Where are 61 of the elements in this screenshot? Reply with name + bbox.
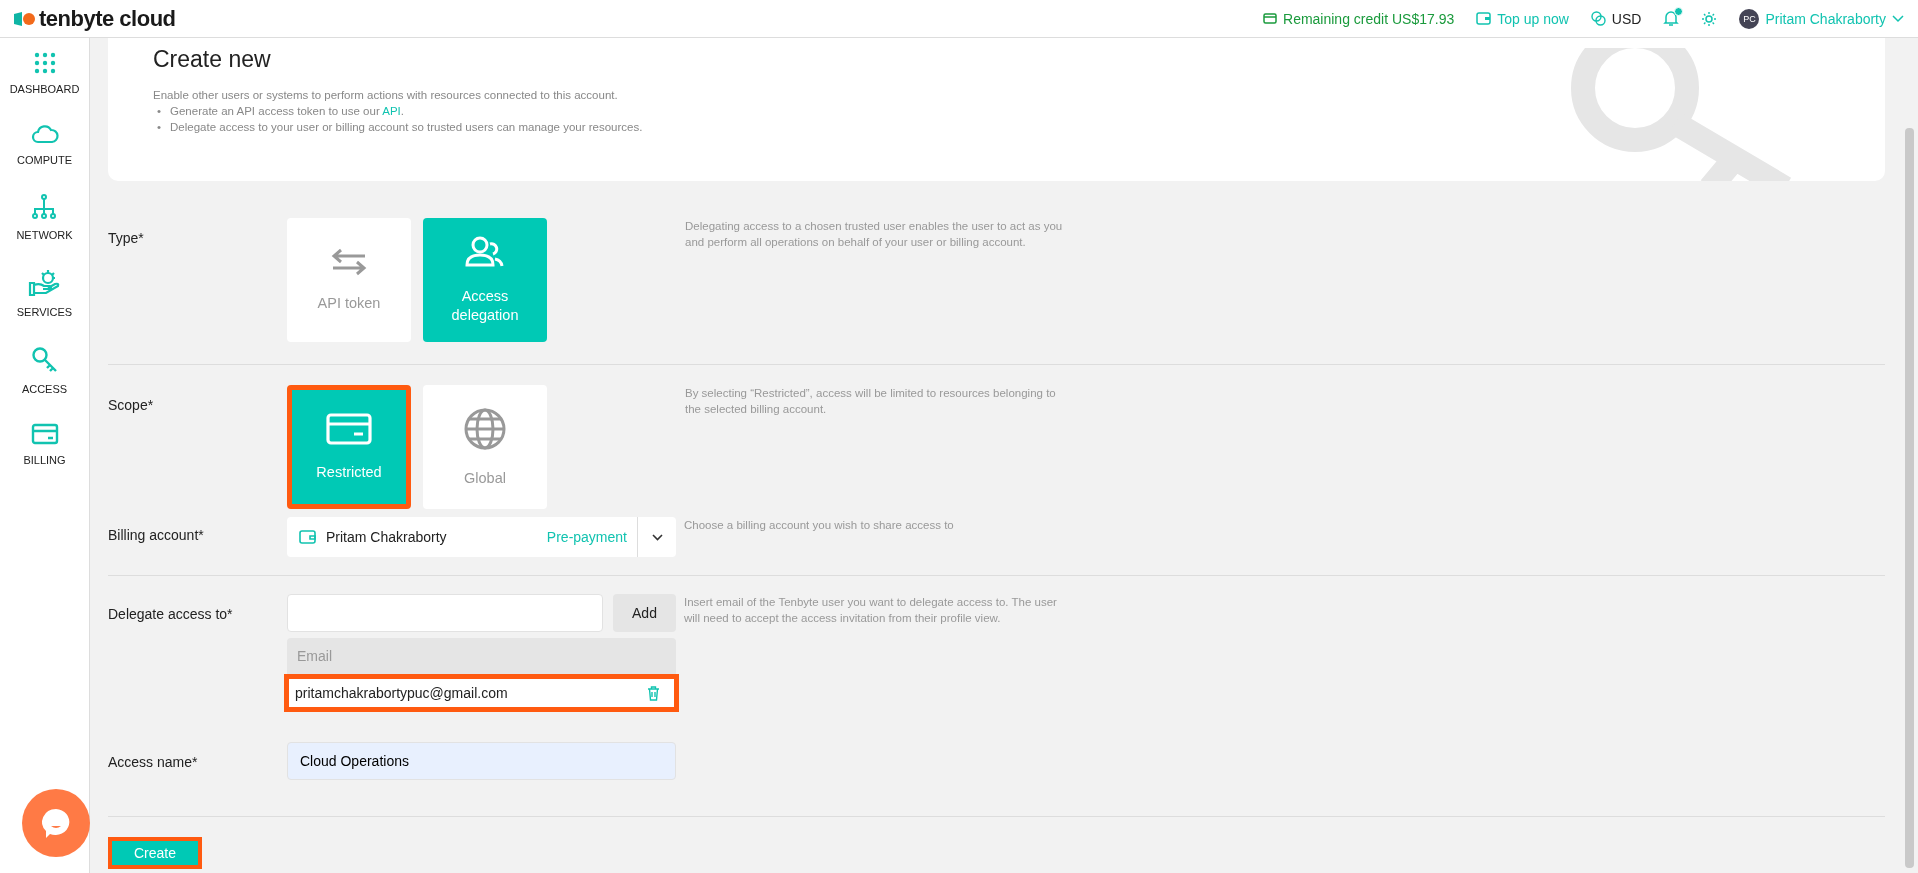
chevron-down-icon (651, 533, 663, 541)
plan-label: Pre-payment (546, 529, 627, 545)
field-label: Billing account* (108, 526, 205, 543)
hand-gear-icon (27, 269, 62, 297)
nav-item[interactable]: NETWORK (16, 194, 73, 241)
email-text: pritamchakrabortypuc@gmail.com (295, 685, 508, 701)
coins-icon (1590, 11, 1606, 26)
currency-selector[interactable]: USD (1590, 10, 1642, 27)
help-text: Choose a billing account you wish to share access to (684, 518, 955, 533)
network-icon (31, 194, 58, 220)
nav-item[interactable]: ACCESS (21, 346, 68, 395)
key-icon (30, 346, 59, 374)
nav-label: SERVICES (16, 306, 73, 318)
help-text: By selecting “Restricted”, access will be limited to resources belonging to the selected billing account. (685, 386, 1057, 417)
field-label: Type* (108, 229, 145, 246)
add-button[interactable]: Add (613, 594, 676, 632)
scrollbar[interactable] (1905, 128, 1914, 868)
brand-name: tenbyte cloud (39, 5, 176, 32)
column-header: Email (287, 638, 676, 674)
bullet-marker: • (157, 104, 162, 119)
help-text: Delegating access to a chosen trusted user enables the user to act as you and perform all operations on behalf of your user or billing account. (685, 219, 1064, 250)
wallet-icon (299, 530, 316, 544)
nav-label: BILLING (23, 454, 66, 466)
nav-label: ACCESS (21, 383, 68, 395)
avatar: PC (1739, 8, 1760, 29)
grid-icon (33, 52, 56, 74)
intro-text: Enable other users or systems to perform actions with resources connected to this account. (153, 88, 619, 103)
cloud-icon (30, 123, 59, 145)
bullet-marker: • (157, 120, 162, 135)
globe-icon (463, 406, 507, 451)
card-icon (30, 423, 59, 445)
nav-label: COMPUTE (17, 154, 72, 166)
billing-account-select[interactable]: Pritam Chakraborty Pre-payment (287, 517, 676, 557)
nav-item[interactable]: COMPUTE (17, 123, 72, 166)
nav-label: DASHBOARD (9, 83, 80, 95)
logo-icon (14, 11, 36, 26)
chat-icon[interactable] (21, 788, 91, 858)
wallet-icon (1476, 12, 1492, 25)
swap-arrows-icon (329, 247, 369, 276)
bullet-text: Generate an API access token to use our API. (170, 104, 405, 119)
chevron-down-icon (1892, 14, 1904, 23)
email-input[interactable] (287, 594, 603, 632)
sun-icon[interactable] (1701, 10, 1718, 27)
card-icon (326, 412, 372, 445)
users-icon (465, 235, 505, 269)
page-title: Create new (153, 46, 272, 73)
field-label: Access name* (108, 753, 199, 770)
bell-icon[interactable] (1663, 10, 1680, 27)
nav-label: NETWORK (16, 229, 73, 241)
nav-item[interactable]: DASHBOARD (9, 52, 80, 95)
nav-item[interactable]: BILLING (23, 423, 66, 466)
help-text: Insert email of the Tenbyte user you want to delegate access to. The user will need to accept the access invitation from their profile view. (684, 595, 1058, 626)
nav-item[interactable]: SERVICES (16, 269, 73, 318)
access-name-input[interactable]: Cloud Operations (287, 742, 676, 780)
bullet-text: Delegate access to your user or billing account so trusted users can manage your resources. (170, 120, 643, 135)
field-label: Scope* (108, 396, 155, 413)
field-label: Delegate access to* (108, 605, 234, 622)
card-icon (1263, 13, 1277, 24)
trash-icon[interactable] (647, 685, 660, 701)
credit-label: Remaining credit US$17.93 (1263, 10, 1455, 27)
user-menu[interactable]: PC Pritam Chakraborty (1739, 8, 1904, 29)
